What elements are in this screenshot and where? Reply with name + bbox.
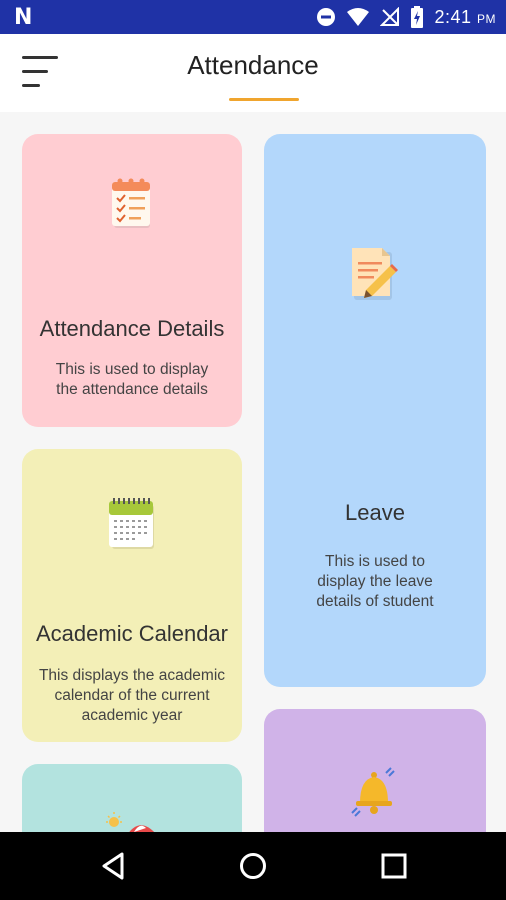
bell-icon: [351, 767, 395, 817]
notification-n-icon: N: [14, 5, 33, 30]
back-icon[interactable]: [94, 846, 134, 886]
status-bar: N 2:41 PM: [0, 0, 506, 34]
app-bar: Attendance: [0, 34, 506, 112]
page-title: Attendance: [187, 50, 319, 80]
title-underline: [229, 98, 299, 101]
calendar-icon: [109, 498, 154, 549]
clock: 2:41 PM: [434, 6, 496, 27]
leave-description: This is used to display the leave detail…: [316, 553, 434, 610]
home-icon[interactable]: [233, 846, 273, 886]
wifi-icon: [347, 8, 370, 26]
leave-title: Leave: [345, 500, 405, 525]
no-signal-icon: [380, 7, 400, 26]
attendance-details-title: Attendance Details: [39, 316, 225, 341]
battery-charging-icon: [411, 6, 424, 28]
note-pencil-icon: [352, 248, 398, 300]
attendance-details-description: This is used to display the attendance d…: [55, 361, 209, 398]
system-nav-bar: [0, 832, 506, 900]
attendance-details-card[interactable]: Attendance Details This is used to displ…: [22, 134, 242, 427]
academic-calendar-title: Academic Calendar: [36, 621, 228, 646]
leave-card[interactable]: Leave This is used to display the leave …: [264, 134, 486, 687]
academic-calendar-card[interactable]: Academic Calendar This displays the acad…: [22, 449, 242, 742]
recents-icon[interactable]: [374, 846, 414, 886]
academic-calendar-description: This displays the academic calendar of t…: [38, 667, 226, 724]
do-not-disturb-icon: [317, 8, 336, 26]
checklist-icon: [112, 178, 150, 228]
status-icons: 2:41 PM: [316, 0, 496, 34]
